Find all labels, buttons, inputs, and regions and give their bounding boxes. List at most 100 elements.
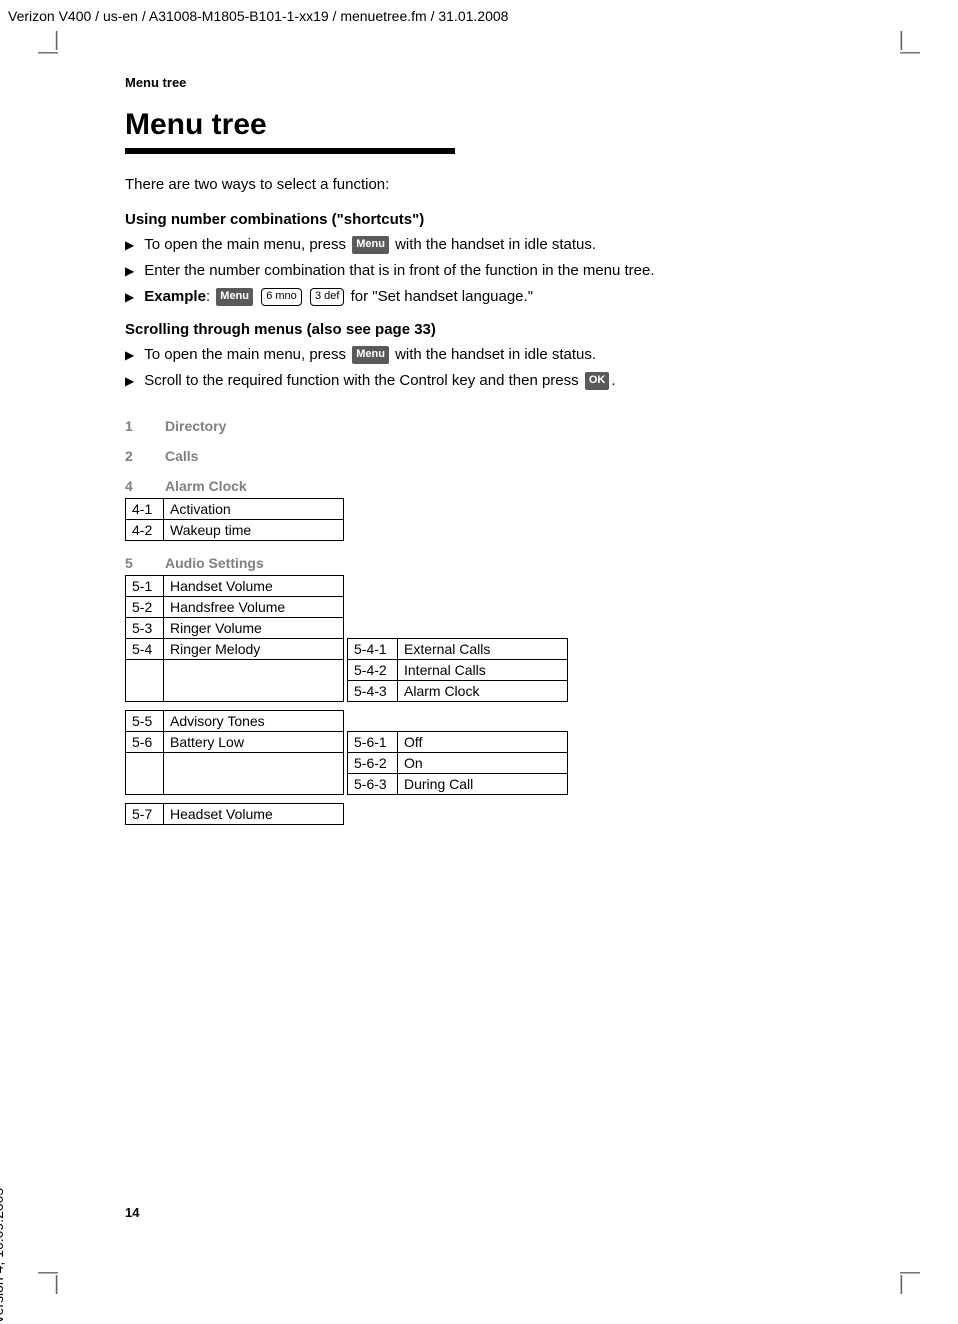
table-row: 5-4-3 Alarm Clock (126, 680, 568, 701)
intro-text: There are two ways to select a function: (125, 176, 805, 193)
cell-empty (126, 680, 164, 701)
cell-label: Ringer Volume (164, 617, 344, 638)
cell-code: 5-3 (126, 617, 164, 638)
bullet-icon: ▶ (125, 263, 134, 280)
cell-code: 5-4 (126, 638, 164, 659)
text: Enter the number combination that is in … (144, 260, 654, 282)
cell-empty (126, 659, 164, 680)
cell-empty (164, 752, 344, 773)
text: with the handset in idle status. (391, 346, 596, 363)
text: for "Set handset language." (346, 288, 533, 305)
cell-empty (126, 752, 164, 773)
keycap-menu: Menu (352, 236, 389, 254)
section-heading-scrolling: Scrolling through menus (also see page 3… (125, 321, 805, 338)
table-row: 4-1Activation (126, 498, 344, 519)
bullet-icon: ▶ (125, 347, 134, 364)
dialkey-6: 6 mno (261, 288, 302, 306)
cell-code: 5-1 (126, 575, 164, 596)
cell-label: Internal Calls (398, 659, 568, 680)
cell-empty (164, 659, 344, 680)
text: Scroll to the required function with the… (144, 372, 583, 389)
menu-section-calls: 2Calls (125, 448, 805, 464)
page-title: Menu tree (125, 108, 805, 142)
cell-empty (126, 773, 164, 794)
cell-empty (164, 680, 344, 701)
table-row: 5-1Handset Volume (126, 575, 568, 596)
menu-title: Calls (165, 448, 198, 464)
text: : (206, 288, 214, 305)
cell-code: 5-6-1 (348, 731, 398, 752)
table-row: 5-5Advisory Tones (126, 710, 568, 731)
menu-table-audio-2: 5-5Advisory Tones 5-6 Battery Low 5-6-1 … (125, 710, 568, 795)
menu-table-audio: 5-1Handset Volume 5-2Handsfree Volume 5-… (125, 575, 568, 702)
menu-num: 2 (125, 448, 165, 464)
cell-label: Headset Volume (164, 803, 344, 824)
cell-label: Alarm Clock (398, 680, 568, 701)
cell-label: External Calls (398, 638, 568, 659)
cell-label: On (398, 752, 568, 773)
table-row: 5-4-2 Internal Calls (126, 659, 568, 680)
bullet-item: ▶ To open the main menu, press Menu with… (125, 234, 805, 256)
menu-num: 4 (125, 478, 165, 494)
keycap-ok: OK (585, 372, 610, 390)
cell-label: Ringer Melody (164, 638, 344, 659)
menu-table-alarm: 4-1Activation 4-2Wakeup time (125, 498, 344, 541)
keycap-menu: Menu (352, 346, 389, 364)
menu-section-audio: 5Audio Settings (125, 555, 805, 571)
text: with the handset in idle status. (391, 236, 596, 253)
cell-code: 5-4-3 (348, 680, 398, 701)
table-row: 5-2Handsfree Volume (126, 596, 568, 617)
page-content: Menu tree Menu tree There are two ways t… (125, 75, 805, 825)
bullet-item: ▶ To open the main menu, press Menu with… (125, 344, 805, 366)
cell-empty (164, 773, 344, 794)
bullet-icon: ▶ (125, 237, 134, 254)
cell-code: 4-1 (126, 498, 164, 519)
running-head: Menu tree (125, 75, 805, 90)
header-path: Verizon V400 / us-en / A31008-M1805-B101… (8, 8, 508, 24)
title-rule (125, 148, 455, 154)
menu-title: Audio Settings (165, 555, 264, 571)
cell-label: Activation (164, 498, 344, 519)
bullet-icon: ▶ (125, 289, 134, 306)
text: To open the main menu, press (144, 236, 350, 253)
section-heading-shortcuts: Using number combinations ("shortcuts") (125, 211, 805, 228)
cell-code: 5-4-2 (348, 659, 398, 680)
dialkey-3: 3 def (310, 288, 344, 306)
cell-code: 4-2 (126, 519, 164, 540)
cell-label: Wakeup time (164, 519, 344, 540)
table-row: 5-7Headset Volume (126, 803, 344, 824)
cell-label: Off (398, 731, 568, 752)
menu-title: Directory (165, 418, 226, 434)
version-label: Version 4, 16.09.2005 (0, 1188, 6, 1324)
example-label: Example (144, 288, 206, 305)
bullet-item: ▶ Enter the number combination that is i… (125, 260, 805, 282)
cell-code: 5-2 (126, 596, 164, 617)
crop-mark: | (899, 30, 904, 50)
cell-code: 5-7 (126, 803, 164, 824)
crop-mark: | (54, 30, 59, 50)
menu-num: 1 (125, 418, 165, 434)
cell-code: 5-5 (126, 710, 164, 731)
bullet-item: ▶ Scroll to the required function with t… (125, 370, 805, 392)
bullet-item: ▶ Example: Menu 6 mno 3 def for "Set han… (125, 286, 805, 308)
menu-section-alarm: 4Alarm Clock (125, 478, 805, 494)
table-row: 5-4 Ringer Melody 5-4-1 External Calls (126, 638, 568, 659)
cell-label: Battery Low (164, 731, 344, 752)
menu-section-directory: 1Directory (125, 418, 805, 434)
cell-code: 5-6-3 (348, 773, 398, 794)
cell-label: During Call (398, 773, 568, 794)
crop-mark: | (899, 1274, 904, 1294)
table-row: 4-2Wakeup time (126, 519, 344, 540)
table-row: 5-6 Battery Low 5-6-1 Off (126, 731, 568, 752)
keycap-menu: Menu (216, 288, 253, 306)
cell-label: Handset Volume (164, 575, 344, 596)
bullet-icon: ▶ (125, 373, 134, 390)
menu-title: Alarm Clock (165, 478, 247, 494)
table-row: 5-3Ringer Volume (126, 617, 568, 638)
cell-code: 5-6-2 (348, 752, 398, 773)
text: . (611, 372, 615, 389)
cell-code: 5-4-1 (348, 638, 398, 659)
cell-label: Advisory Tones (164, 710, 344, 731)
cell-label: Handsfree Volume (164, 596, 344, 617)
menu-table-audio-3: 5-7Headset Volume (125, 803, 344, 825)
